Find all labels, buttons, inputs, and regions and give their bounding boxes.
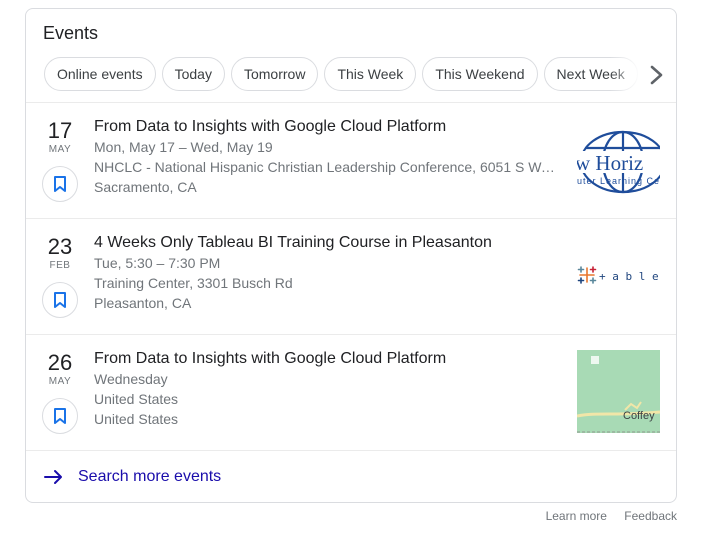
event-day: 26 — [47, 350, 73, 375]
event-day: 23 — [47, 234, 73, 259]
card-title: Events — [43, 23, 99, 43]
filter-chips: Online events Today Tomorrow This Week This … — [44, 57, 666, 91]
event-venue: Training Center, 3301 Busch Rd — [94, 275, 293, 291]
save-event-button[interactable] — [42, 282, 78, 318]
save-event-button[interactable] — [42, 398, 78, 434]
footer-links: Learn more Feedback — [532, 509, 677, 523]
divider — [26, 450, 676, 451]
chevron-right-icon[interactable] — [644, 64, 670, 86]
search-more-events-label: Search more events — [78, 468, 222, 485]
chip-this-weekend[interactable]: This Weekend — [422, 57, 538, 91]
logo-text: + a b l e a — [599, 270, 660, 283]
save-event-button[interactable] — [42, 166, 78, 202]
event-title[interactable]: From Data to Insights with Google Cloud … — [94, 118, 564, 136]
event-venue: United States — [94, 391, 179, 407]
event-item[interactable]: 17 MAY From Data to Insights with Google… — [26, 102, 676, 218]
bookmark-icon — [54, 176, 66, 192]
chip-today[interactable]: Today — [161, 57, 225, 91]
arrow-right-icon — [44, 470, 62, 484]
logo-text: w Horiz — [577, 151, 643, 175]
event-month: MAY — [48, 376, 72, 387]
new-horizons-logo[interactable]: w Horiz uter Learning Ce — [577, 118, 660, 201]
event-day: 17 — [47, 118, 73, 143]
chip-tomorrow[interactable]: Tomorrow — [230, 57, 319, 91]
bookmark-icon — [54, 408, 66, 424]
chip-this-week[interactable]: This Week — [324, 57, 417, 91]
event-datetime: Mon, May 17 – Wed, May 19 — [94, 139, 273, 155]
learn-more-link[interactable]: Learn more — [546, 509, 607, 523]
event-datetime: Tue, 5:30 – 7:30 PM — [94, 255, 221, 271]
event-title[interactable]: 4 Weeks Only Tableau BI Training Course … — [94, 234, 564, 252]
event-month: FEB — [49, 260, 71, 271]
event-location: United States — [94, 411, 179, 427]
tableau-logo[interactable]: + a b l e a — [577, 234, 660, 317]
chip-online-events[interactable]: Online events — [44, 57, 156, 91]
bookmark-icon — [54, 292, 66, 308]
event-location: Pleasanton, CA — [94, 295, 192, 311]
event-datetime: Wednesday — [94, 371, 168, 387]
search-more-events-link[interactable]: Search more events — [44, 467, 221, 487]
logo-subtext: uter Learning Ce — [577, 176, 660, 186]
event-location: Sacramento, CA — [94, 179, 197, 195]
map-thumbnail[interactable]: Coffey — [577, 350, 660, 433]
map-label: Coffey — [623, 410, 655, 422]
event-month: MAY — [48, 144, 72, 155]
event-title[interactable]: From Data to Insights with Google Cloud … — [94, 350, 564, 368]
event-item[interactable]: 23 FEB 4 Weeks Only Tableau BI Training … — [26, 218, 676, 334]
events-card: Events Online events Today Tomorrow This We… — [25, 8, 677, 503]
event-venue: NHCLC - National Hispanic Christian Lead… — [94, 159, 560, 175]
event-item[interactable]: 26 MAY From Data to Insights with Google… — [26, 334, 676, 450]
feedback-link[interactable]: Feedback — [624, 509, 677, 523]
